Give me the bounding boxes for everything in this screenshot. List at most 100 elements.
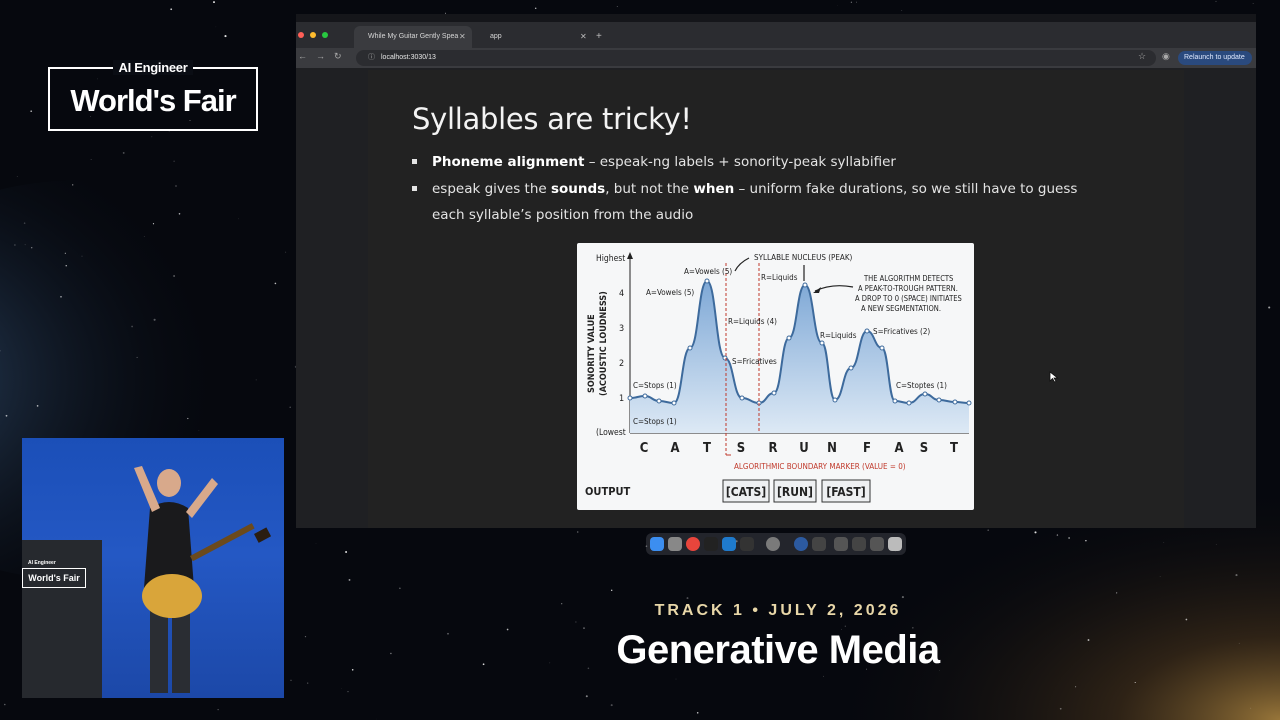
activity-icon[interactable]: [740, 537, 754, 551]
bullet-2-mid: , but not the: [605, 181, 694, 197]
launchpad-icon[interactable]: [668, 537, 682, 551]
tab-app-label: app: [490, 33, 502, 40]
star: [987, 529, 990, 532]
bullet-square: [412, 159, 417, 164]
event-logo: AI Engineer World's Fair: [48, 60, 258, 131]
star: [1159, 576, 1161, 577]
star: [4, 703, 6, 706]
star: [1134, 681, 1136, 684]
star: [610, 589, 613, 592]
forward-icon[interactable]: →: [316, 51, 325, 61]
terminal-icon[interactable]: [704, 537, 718, 551]
phoneme-letter: U: [799, 441, 809, 456]
logo-top-text: AI Engineer: [112, 60, 194, 75]
y-axis-label-2: (ACOUSTIC LOUDNESS): [599, 291, 609, 396]
star: [315, 543, 317, 544]
minimize-window-dot[interactable]: [310, 32, 316, 38]
curve-point: [906, 400, 912, 406]
star: [36, 405, 39, 407]
phoneme-letter: N: [827, 441, 837, 456]
trash-icon[interactable]: [888, 537, 902, 551]
phoneme-letter: T: [703, 441, 711, 456]
star: [173, 160, 175, 162]
star: [16, 176, 18, 177]
star: [1075, 686, 1077, 688]
window2-icon[interactable]: [834, 537, 848, 551]
star: [152, 223, 155, 225]
bullet-1-bold: Phoneme alignment: [432, 154, 585, 170]
back-icon[interactable]: ←: [298, 51, 307, 61]
close-window-dot[interactable]: [298, 32, 304, 38]
star: [65, 265, 67, 267]
star: [1238, 642, 1240, 644]
mac-dock: [646, 533, 906, 555]
profile-icon[interactable]: ◉: [1162, 51, 1170, 62]
window3-icon[interactable]: [852, 537, 866, 551]
relaunch-button[interactable]: Relaunch to update: [1178, 51, 1252, 65]
star: [399, 587, 401, 589]
y-tick-3: 3: [619, 324, 624, 334]
curve-point: [864, 328, 870, 334]
c-stops-low-label: C=Stops (1): [633, 417, 677, 426]
finder-icon[interactable]: [650, 537, 664, 551]
tab-guitar[interactable]: While My Guitar Gently Spea: [354, 26, 472, 48]
vscode-icon[interactable]: [722, 537, 736, 551]
phoneme-letter: C: [640, 441, 649, 456]
chrome-icon[interactable]: [686, 537, 700, 551]
star: [81, 255, 83, 257]
y-axis-label-1: SONORITY VALUE: [587, 314, 597, 393]
window-icon[interactable]: [812, 537, 826, 551]
window4-icon[interactable]: [870, 537, 884, 551]
address-bar[interactable]: ⓘ localhost:3030/13: [356, 50, 1156, 66]
c-stops-label: C=Stops (1): [633, 381, 677, 390]
settings-icon[interactable]: [766, 537, 780, 551]
bookmark-star-icon[interactable]: ☆: [1138, 51, 1146, 62]
tab-app[interactable]: app: [476, 26, 586, 48]
r-liquids-mid-label: R=Liquids (4): [728, 317, 777, 326]
c-stoptes-label: C=Stoptes (1): [896, 381, 947, 390]
onepassword-icon[interactable]: [794, 537, 808, 551]
star: [675, 678, 677, 680]
bullet-2: espeak gives the sounds, but not the whe…: [412, 176, 1112, 228]
star: [506, 628, 509, 631]
close-tab-icon[interactable]: ✕: [459, 26, 466, 48]
zoom-window-dot[interactable]: [322, 32, 328, 38]
info-icon: ⓘ: [368, 54, 375, 61]
close-tab-app-icon[interactable]: ✕: [580, 26, 587, 48]
vowels-top-label: A=Vowels (5): [684, 267, 732, 276]
y-low-label: (Lowest: [596, 428, 626, 438]
phoneme-letter: F: [863, 441, 871, 456]
star: [482, 663, 485, 666]
star: [14, 244, 16, 246]
slide-title: Syllables are tricky!: [412, 102, 692, 136]
mouse-cursor: [1049, 371, 1059, 383]
star: [213, 1, 215, 4]
star: [534, 7, 537, 10]
y-tick-4: 4: [619, 289, 624, 299]
reload-icon[interactable]: ↻: [334, 51, 342, 62]
relaunch-label: Relaunch to update: [1184, 54, 1245, 61]
curve-point: [966, 400, 972, 406]
y-high-label: Highest: [596, 254, 625, 264]
star: [307, 682, 309, 684]
star: [1085, 539, 1087, 542]
new-tab-icon[interactable]: +: [596, 26, 602, 48]
curve-point: [892, 398, 898, 404]
vowels-left-label: A=Vowels (5): [646, 288, 694, 297]
star: [823, 675, 824, 677]
star: [30, 110, 33, 113]
output-cats: [CATS]: [722, 479, 770, 503]
phoneme-letter: S: [737, 441, 745, 456]
curve-point: [671, 400, 677, 406]
star: [1056, 534, 1059, 536]
star: [304, 635, 307, 638]
star: [1068, 537, 1070, 539]
curve-point: [922, 391, 928, 397]
y-tick-2: 2: [619, 359, 624, 369]
tab-bar: While My Guitar Gently Spea ✕ app ✕ +: [296, 22, 1256, 48]
phoneme-letter: A: [670, 441, 679, 456]
logo-main-text: World's Fair: [70, 83, 236, 118]
star: [23, 222, 26, 224]
curve-point: [952, 399, 958, 405]
star: [583, 627, 585, 629]
